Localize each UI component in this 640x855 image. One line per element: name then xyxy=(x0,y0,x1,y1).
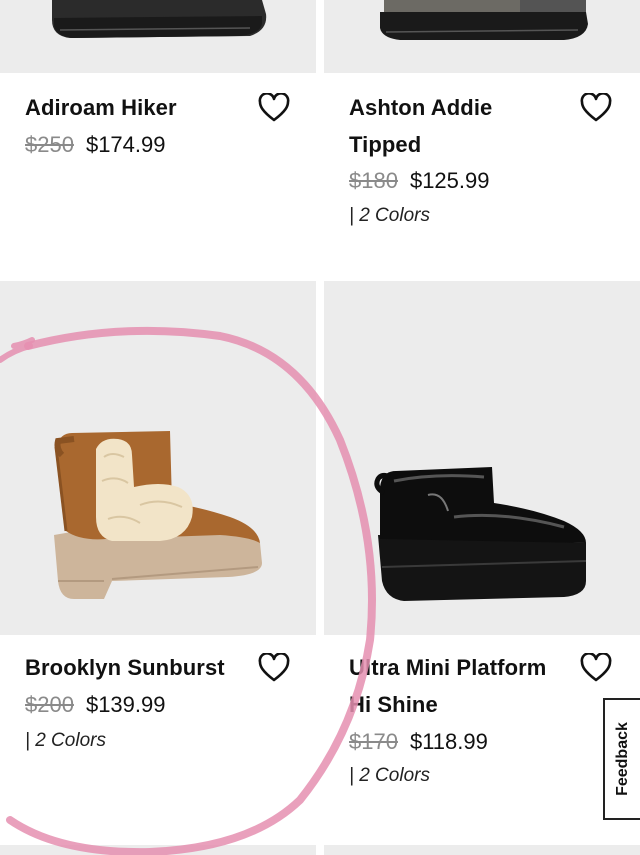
product-image[interactable] xyxy=(324,281,640,635)
sale-price: $125.99 xyxy=(409,168,490,193)
sale-price: $118.99 xyxy=(409,729,488,754)
price-row: $200 $139.99 xyxy=(25,690,165,720)
product-card[interactable]: Ashton Addie Tipped $180 $125.99 | 2 Colo… xyxy=(324,0,640,275)
product-name[interactable]: Ashton Addie Tipped xyxy=(349,89,549,163)
price-row: $170 $118.99 xyxy=(349,727,488,757)
next-row-image-left xyxy=(0,845,316,855)
price-row: $250 $174.99 xyxy=(25,130,165,160)
product-image[interactable] xyxy=(324,0,640,73)
feedback-label: Feedback xyxy=(613,722,631,796)
product-name[interactable]: Ultra Mini Platform Hi Shine xyxy=(349,649,561,723)
product-name[interactable]: Adiroam Hiker xyxy=(25,89,255,126)
original-price: $250 xyxy=(25,132,74,157)
color-count: | 2 Colors xyxy=(25,730,106,751)
next-row-image-right xyxy=(324,845,640,855)
product-image[interactable] xyxy=(0,281,316,635)
sale-price: $174.99 xyxy=(85,132,166,157)
heart-outline-icon[interactable] xyxy=(580,653,612,683)
product-name[interactable]: Brooklyn Sunburst xyxy=(25,649,265,686)
original-price: $200 xyxy=(25,692,74,717)
color-count: | 2 Colors xyxy=(349,765,430,786)
boot-image xyxy=(380,0,588,40)
feedback-tab[interactable]: Feedback xyxy=(603,698,640,820)
color-count: | 2 Colors xyxy=(349,205,430,226)
original-price: $170 xyxy=(349,729,398,754)
product-image[interactable] xyxy=(0,0,316,73)
original-price: $180 xyxy=(349,168,398,193)
product-grid: Adiroam Hiker $250 $174.99 Ashton Addie T… xyxy=(0,0,640,855)
sale-price: $139.99 xyxy=(85,692,166,717)
product-card[interactable]: Ultra Mini Platform Hi Shine $170 $118.99… xyxy=(324,281,640,855)
product-card[interactable]: Brooklyn Sunburst $200 $139.99 | 2 Colors xyxy=(0,281,316,855)
heart-outline-icon[interactable] xyxy=(258,653,290,683)
heart-outline-icon[interactable] xyxy=(580,93,612,123)
boot-image xyxy=(374,467,587,601)
boot-image xyxy=(54,431,262,599)
heart-outline-icon[interactable] xyxy=(258,93,290,123)
price-row: $180 $125.99 xyxy=(349,166,489,196)
boot-image xyxy=(52,0,267,38)
product-card[interactable]: Adiroam Hiker $250 $174.99 xyxy=(0,0,316,275)
